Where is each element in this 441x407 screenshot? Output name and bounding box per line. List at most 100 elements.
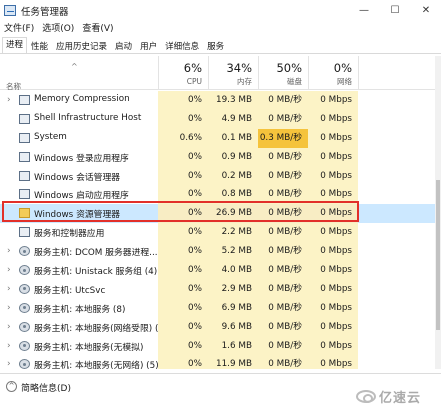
maximize-button[interactable]: ☐ bbox=[380, 0, 410, 22]
expand-chevron-icon[interactable]: › bbox=[7, 265, 11, 275]
column-header: 6% CPU 34% 内存 50% 磁盘 0% 网络 bbox=[0, 56, 435, 90]
name-column-header[interactable] bbox=[0, 56, 158, 90]
process-name: 服务主机: UtcSvc bbox=[34, 285, 106, 296]
cpu-label: CPU bbox=[186, 77, 202, 86]
cpu-cell: 0% bbox=[158, 91, 208, 110]
process-row[interactable]: › 服务主机: 本地服务 (8) 0% 6.9 MB 0 MB/秒 0 Mbps bbox=[0, 298, 435, 318]
app-window-icon bbox=[19, 151, 30, 162]
memory-cell: 0.8 MB bbox=[208, 185, 258, 205]
cloud-logo-icon bbox=[356, 390, 376, 403]
process-row[interactable]: Windows 资源管理器 0% 26.9 MB 0 MB/秒 0 Mbps bbox=[0, 204, 435, 224]
network-cell: 0 Mbps bbox=[308, 147, 358, 167]
process-name: 服务主机: 本地服务(网络受限) (... bbox=[34, 323, 167, 334]
task-manager-icon bbox=[4, 5, 16, 16]
process-row[interactable]: Windows 会话管理器 0% 0.2 MB 0 MB/秒 0 Mbps bbox=[0, 166, 435, 186]
cpu-cell: 0% bbox=[158, 355, 208, 369]
close-button[interactable]: ✕ bbox=[411, 0, 441, 22]
expand-chevron-icon[interactable]: › bbox=[7, 359, 11, 369]
network-cell: 0 Mbps bbox=[308, 204, 358, 224]
tab-details[interactable]: 详细信息 bbox=[161, 39, 203, 53]
disk-cell: 0 MB/秒 bbox=[258, 242, 308, 262]
disk-cell: 0 MB/秒 bbox=[258, 336, 308, 356]
expand-chevron-icon[interactable]: › bbox=[7, 322, 11, 332]
process-name: Windows 启动应用程序 bbox=[34, 191, 129, 202]
process-row[interactable]: › 服务主机: DCOM 服务器进程... 0% 5.2 MB 0 MB/秒 0 Mbps bbox=[0, 242, 435, 262]
network-cell: 0 Mbps bbox=[308, 91, 358, 110]
memory-cell: 6.9 MB bbox=[208, 298, 258, 318]
process-row[interactable]: › 服务主机: 本地服务(网络受限) (... 0% 9.6 MB 0 MB/秒 0 Mb… bbox=[0, 317, 435, 337]
cpu-cell: 0.6% bbox=[158, 128, 208, 148]
cpu-cell: 0% bbox=[158, 223, 208, 243]
app-window-icon bbox=[19, 227, 30, 238]
scrollbar-thumb[interactable] bbox=[436, 180, 440, 330]
menu-bar: 文件(F) 选项(O) 查看(V) bbox=[0, 22, 441, 37]
memory-cell: 19.3 MB bbox=[208, 91, 258, 110]
process-name: System bbox=[34, 131, 67, 142]
process-row[interactable]: Windows 登录应用程序 0% 0.9 MB 0 MB/秒 0 Mbps bbox=[0, 147, 435, 167]
gear-icon bbox=[19, 246, 30, 257]
process-name: Memory Compression bbox=[34, 94, 130, 104]
title-bar: 任务管理器 — ☐ ✕ bbox=[0, 0, 441, 22]
disk-cell: 0 MB/秒 bbox=[258, 223, 308, 243]
process-name: 服务主机: 本地服务 (8) bbox=[34, 304, 126, 315]
expand-chevron-icon[interactable]: › bbox=[7, 246, 11, 256]
memory-cell: 1.6 MB bbox=[208, 336, 258, 356]
gear-icon bbox=[19, 265, 30, 276]
process-row[interactable]: Windows 启动应用程序 0% 0.8 MB 0 MB/秒 0 Mbps bbox=[0, 185, 435, 205]
disk-label: 磁盘 bbox=[287, 77, 302, 86]
memory-cell: 11.9 MB bbox=[208, 355, 258, 369]
network-cell: 0 Mbps bbox=[308, 261, 358, 280]
process-row[interactable]: › Memory Compression 0% 19.3 MB 0 MB/秒 0 Mbps bbox=[0, 91, 435, 110]
app-window-icon bbox=[19, 113, 30, 124]
process-row[interactable]: Shell Infrastructure Host 0% 4.9 MB 0 MB/秒 0… bbox=[0, 109, 435, 129]
tab-performance[interactable]: 性能 bbox=[27, 39, 52, 53]
disk-cell: 0 MB/秒 bbox=[258, 166, 308, 186]
cpu-cell: 0% bbox=[158, 166, 208, 186]
memory-cell: 2.9 MB bbox=[208, 279, 258, 299]
tab-services[interactable]: 服务 bbox=[203, 39, 228, 53]
network-cell: 0 Mbps bbox=[308, 317, 358, 337]
fewer-details-link[interactable]: 简略信息(D) bbox=[21, 381, 71, 394]
network-column-header[interactable]: 0% 网络 bbox=[308, 56, 358, 90]
process-row[interactable]: › 服务主机: 本地服务(无模拟) 0% 1.6 MB 0 MB/秒 0 Mbps bbox=[0, 336, 435, 356]
disk-cell: 0.3 MB/秒 bbox=[258, 128, 308, 148]
menu-view[interactable]: 查看(V) bbox=[78, 22, 117, 37]
process-row[interactable]: System 0.6% 0.1 MB 0.3 MB/秒 0 Mbps bbox=[0, 128, 435, 148]
watermark-text: 亿速云 bbox=[379, 391, 422, 406]
memory-cell: 0.2 MB bbox=[208, 166, 258, 186]
cpu-cell: 0% bbox=[158, 317, 208, 337]
cpu-cell: 0% bbox=[158, 242, 208, 262]
process-row[interactable]: › 服务主机: 本地服务(无网络) (5) 0% 11.9 MB 0 MB/秒 0 Mbp… bbox=[0, 355, 435, 369]
minimize-button[interactable]: — bbox=[349, 0, 379, 22]
disk-cell: 0 MB/秒 bbox=[258, 109, 308, 129]
chevron-up-icon[interactable]: ^ bbox=[6, 381, 17, 392]
menu-file[interactable]: 文件(F) bbox=[0, 22, 38, 37]
app-window-icon bbox=[19, 95, 30, 105]
process-row[interactable]: › 服务主机: UtcSvc 0% 2.9 MB 0 MB/秒 0 Mbps bbox=[0, 279, 435, 299]
gear-icon bbox=[19, 340, 30, 351]
app-window-icon bbox=[19, 170, 30, 181]
process-name: 服务和控制器应用 bbox=[34, 229, 105, 240]
memory-column-header[interactable]: 34% 内存 bbox=[208, 56, 258, 90]
process-row[interactable]: › 服务主机: Unistack 服务组 (4) 0% 4.0 MB 0 MB/秒 0 M… bbox=[0, 261, 435, 280]
tab-processes[interactable]: 进程 bbox=[2, 37, 28, 53]
disk-cell: 0 MB/秒 bbox=[258, 279, 308, 299]
tab-startup[interactable]: 启动 bbox=[111, 39, 136, 53]
process-row[interactable]: 服务和控制器应用 0% 2.2 MB 0 MB/秒 0 Mbps bbox=[0, 223, 435, 243]
process-name: 服务主机: 本地服务(无模拟) bbox=[34, 342, 144, 353]
expand-chevron-icon[interactable]: › bbox=[7, 303, 11, 313]
tab-app-history[interactable]: 应用历史记录 bbox=[52, 39, 111, 53]
expand-chevron-icon[interactable]: › bbox=[7, 341, 11, 351]
tab-users[interactable]: 用户 bbox=[136, 39, 161, 53]
process-name: Windows 资源管理器 bbox=[34, 210, 121, 221]
expand-chevron-icon[interactable]: › bbox=[7, 284, 11, 294]
disk-total: 50% bbox=[276, 61, 302, 75]
cpu-cell: 0% bbox=[158, 261, 208, 280]
cpu-column-header[interactable]: 6% CPU bbox=[158, 56, 208, 90]
network-total: 0% bbox=[333, 61, 352, 75]
disk-column-header[interactable]: 50% 磁盘 bbox=[258, 56, 308, 90]
expand-chevron-icon[interactable]: › bbox=[7, 95, 11, 105]
cpu-cell: 0% bbox=[158, 279, 208, 299]
empty-column-header bbox=[358, 56, 435, 90]
menu-options[interactable]: 选项(O) bbox=[38, 22, 78, 37]
